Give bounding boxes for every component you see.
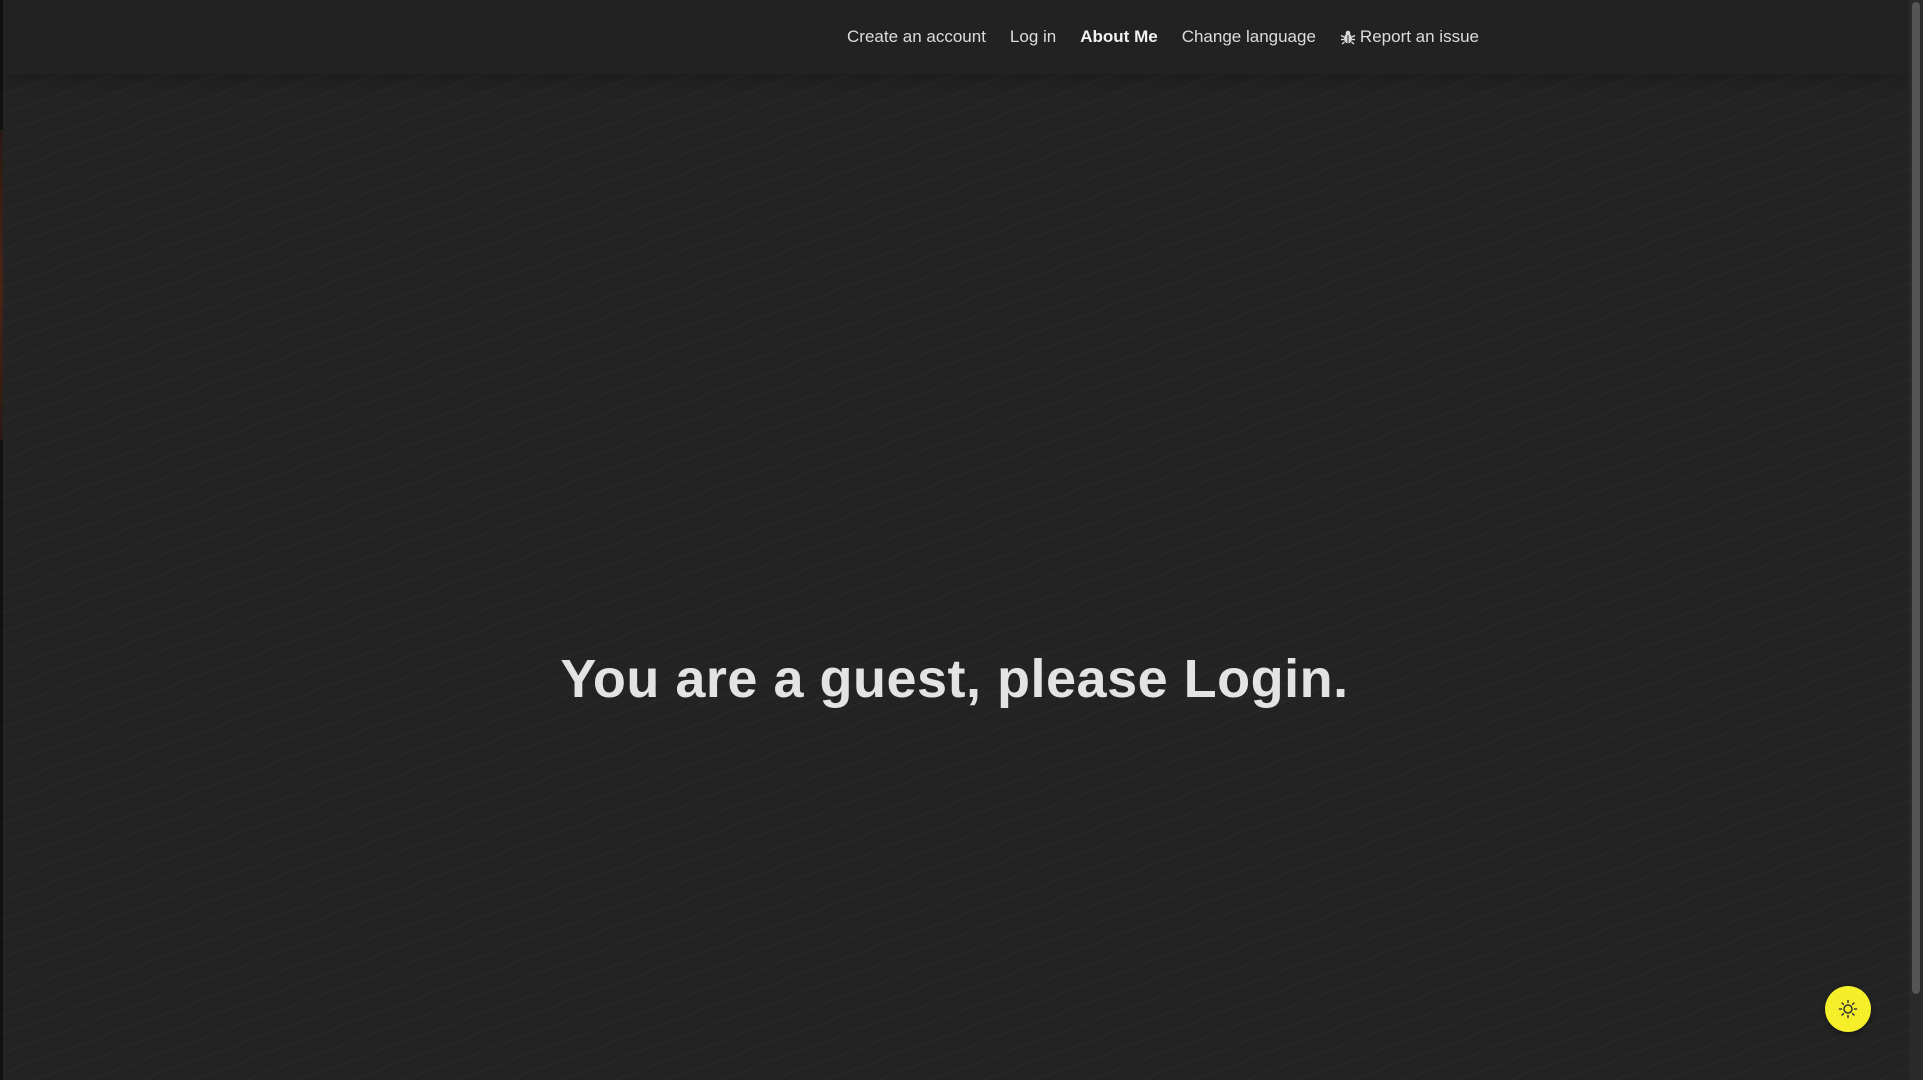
sun-icon: [1838, 999, 1858, 1019]
bug-icon: [1340, 29, 1356, 45]
nav-report-issue-label: Report an issue: [1359, 27, 1479, 46]
theme-toggle-button[interactable]: [1825, 986, 1871, 1032]
nav-links: Create an account Log in About Me Change…: [847, 0, 1503, 74]
left-edge-accent: [0, 130, 3, 440]
nav-report-issue-link[interactable]: Report an issue: [1340, 27, 1479, 47]
vertical-scrollbar[interactable]: [1909, 0, 1923, 1080]
nav-about-me-link[interactable]: About Me: [1080, 27, 1157, 47]
guest-login-message: You are a guest, please Login.: [560, 649, 1349, 710]
nav-login-link[interactable]: Log in: [1010, 27, 1056, 47]
nav-change-language-link[interactable]: Change language: [1182, 27, 1316, 47]
page: Create an account Log in About Me Change…: [0, 0, 1923, 1080]
scrollbar-thumb[interactable]: [1912, 2, 1920, 994]
nav-create-account-link[interactable]: Create an account: [847, 27, 986, 47]
top-navbar: Create an account Log in About Me Change…: [3, 0, 1909, 74]
